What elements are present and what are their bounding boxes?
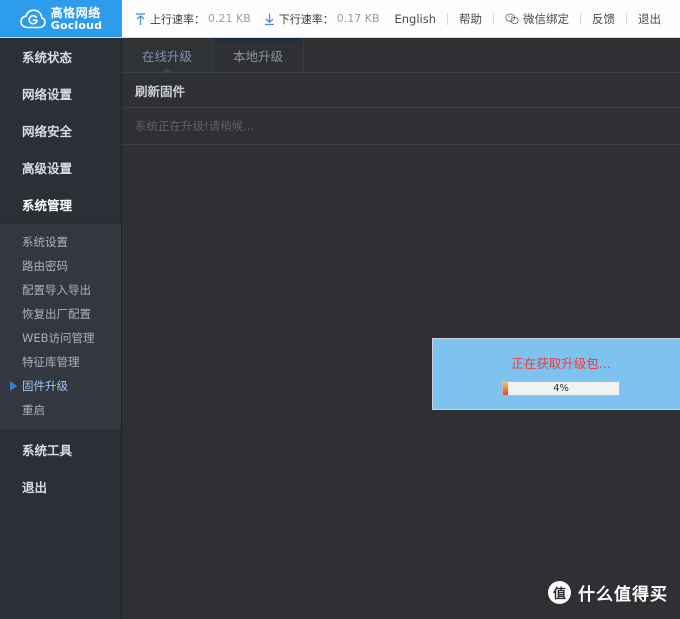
top-header: 高恪网络 Gocloud 上行速率： 0.21 KB 下行速率： 0.17 KB… bbox=[0, 0, 680, 38]
watermark-text: 什么值得买 bbox=[578, 585, 668, 605]
upgrade-status-row: 系统正在升级!请稍候... bbox=[122, 108, 680, 145]
feedback-link[interactable]: 反馈 bbox=[581, 11, 626, 27]
tab-local-upgrade[interactable]: 本地升级 bbox=[213, 38, 304, 72]
language-label: English bbox=[394, 11, 437, 26]
wechat-bind-label: 微信绑定 bbox=[523, 11, 570, 26]
router-admin-window: 高恪网络 Gocloud 上行速率： 0.21 KB 下行速率： 0.17 KB… bbox=[0, 0, 680, 619]
upload-speed-label: 上行速率： bbox=[150, 12, 205, 26]
help-label: 帮助 bbox=[459, 11, 483, 26]
tab-online-upgrade[interactable]: 在线升级 bbox=[122, 38, 213, 72]
header-links: English 帮助 微信绑定 反馈 退出 bbox=[384, 0, 680, 37]
feedback-label: 反馈 bbox=[592, 11, 616, 26]
sidebar-item-network-settings[interactable]: 网络设置 bbox=[0, 75, 121, 112]
upload-arrow-icon bbox=[134, 12, 147, 26]
progress-percent-label: 4% bbox=[553, 382, 569, 394]
sidebar-item-label: 系统管理 bbox=[22, 198, 73, 213]
submenu-item-label: 恢复出厂配置 bbox=[22, 307, 91, 321]
submenu-item-factory-reset[interactable]: 恢复出厂配置 bbox=[0, 302, 121, 326]
dialog-message: 正在获取升级包... bbox=[511, 355, 611, 371]
page-title: 刷新固件 bbox=[122, 73, 680, 108]
sidebar-item-label: 退出 bbox=[22, 480, 48, 495]
main-content: 在线升级 本地升级 刷新固件 系统正在升级!请稍候... 正在获取升级包... … bbox=[122, 38, 680, 619]
sidebar-submenu: 系统设置 路由密码 配置导入导出 恢复出厂配置 WEB访问管理 特征库管理 固件… bbox=[0, 223, 121, 431]
submenu-item-reboot[interactable]: 重启 bbox=[0, 398, 121, 422]
progress-bar: 4% bbox=[502, 380, 620, 396]
logout-label: 退出 bbox=[638, 11, 662, 26]
wechat-bind-link[interactable]: 微信绑定 bbox=[494, 11, 580, 27]
download-arrow-icon bbox=[263, 12, 276, 26]
language-link[interactable]: English bbox=[384, 12, 448, 26]
upload-speed-value: 0.21 KB bbox=[208, 12, 251, 25]
sidebar-item-system-status[interactable]: 系统状态 bbox=[0, 38, 121, 75]
tab-bar: 在线升级 本地升级 bbox=[122, 38, 680, 73]
submenu-item-signature-db-management[interactable]: 特征库管理 bbox=[0, 350, 121, 374]
sidebar-item-system-management[interactable]: 系统管理 bbox=[0, 186, 121, 223]
sidebar-item-label: 系统状态 bbox=[22, 50, 73, 65]
submenu-item-label: 系统设置 bbox=[22, 235, 68, 249]
submenu-item-firmware-upgrade[interactable]: 固件升级 bbox=[0, 374, 121, 398]
sidebar-item-logout[interactable]: 退出 bbox=[0, 468, 121, 505]
download-speed-value: 0.17 KB bbox=[336, 12, 380, 25]
download-speed: 下行速率： 0.17 KB bbox=[259, 11, 384, 27]
submenu-item-label: 特征库管理 bbox=[22, 355, 80, 369]
sidebar-item-label: 网络设置 bbox=[22, 87, 73, 102]
submenu-item-label: 路由密码 bbox=[22, 259, 68, 273]
sidebar-item-network-security[interactable]: 网络安全 bbox=[0, 112, 121, 149]
upgrade-status-text: 系统正在升级!请稍候... bbox=[135, 119, 255, 133]
logo-cn-text: 高恪网络 bbox=[50, 5, 101, 20]
speed-indicators: 上行速率： 0.21 KB 下行速率： 0.17 KB bbox=[122, 0, 384, 37]
watermark: 值 什么值得买 bbox=[548, 580, 668, 605]
submenu-item-label: 配置导入导出 bbox=[22, 283, 91, 297]
help-link[interactable]: 帮助 bbox=[448, 11, 493, 27]
wechat-icon bbox=[505, 13, 519, 25]
sidebar-item-label: 高级设置 bbox=[22, 161, 73, 176]
progress-bar-fill bbox=[503, 381, 508, 395]
download-speed-label: 下行速率： bbox=[278, 12, 334, 26]
page-title-label: 刷新固件 bbox=[135, 83, 186, 99]
upload-speed: 上行速率： 0.21 KB bbox=[130, 11, 255, 27]
tab-label: 在线升级 bbox=[141, 48, 192, 64]
upgrade-progress-dialog: 正在获取升级包... 4% bbox=[432, 338, 680, 410]
sidebar-nav: 系统状态 网络设置 网络安全 高级设置 系统管理 系统设置 路由密码 配置导入导… bbox=[0, 38, 122, 619]
submenu-item-web-access-management[interactable]: WEB访问管理 bbox=[0, 326, 121, 350]
watermark-badge-icon: 值 bbox=[548, 581, 571, 604]
active-arrow-icon bbox=[10, 381, 17, 391]
cloud-g-logo-icon bbox=[19, 8, 46, 29]
submenu-item-label: 重启 bbox=[22, 403, 45, 417]
submenu-item-config-import-export[interactable]: 配置导入导出 bbox=[0, 278, 121, 302]
sidebar-item-system-tools[interactable]: 系统工具 bbox=[0, 431, 121, 468]
submenu-item-system-settings[interactable]: 系统设置 bbox=[0, 230, 121, 254]
brand-logo[interactable]: 高恪网络 Gocloud bbox=[0, 0, 122, 37]
logo-en-text: Gocloud bbox=[50, 18, 103, 32]
sidebar-item-label: 网络安全 bbox=[22, 124, 73, 139]
submenu-item-label: 固件升级 bbox=[22, 379, 68, 393]
logout-link[interactable]: 退出 bbox=[627, 11, 672, 27]
submenu-item-label: WEB访问管理 bbox=[22, 331, 95, 345]
sidebar-item-advanced-settings[interactable]: 高级设置 bbox=[0, 149, 121, 186]
submenu-item-router-password[interactable]: 路由密码 bbox=[0, 254, 121, 278]
tab-label: 本地升级 bbox=[232, 48, 283, 64]
sidebar-item-label: 系统工具 bbox=[22, 443, 73, 458]
